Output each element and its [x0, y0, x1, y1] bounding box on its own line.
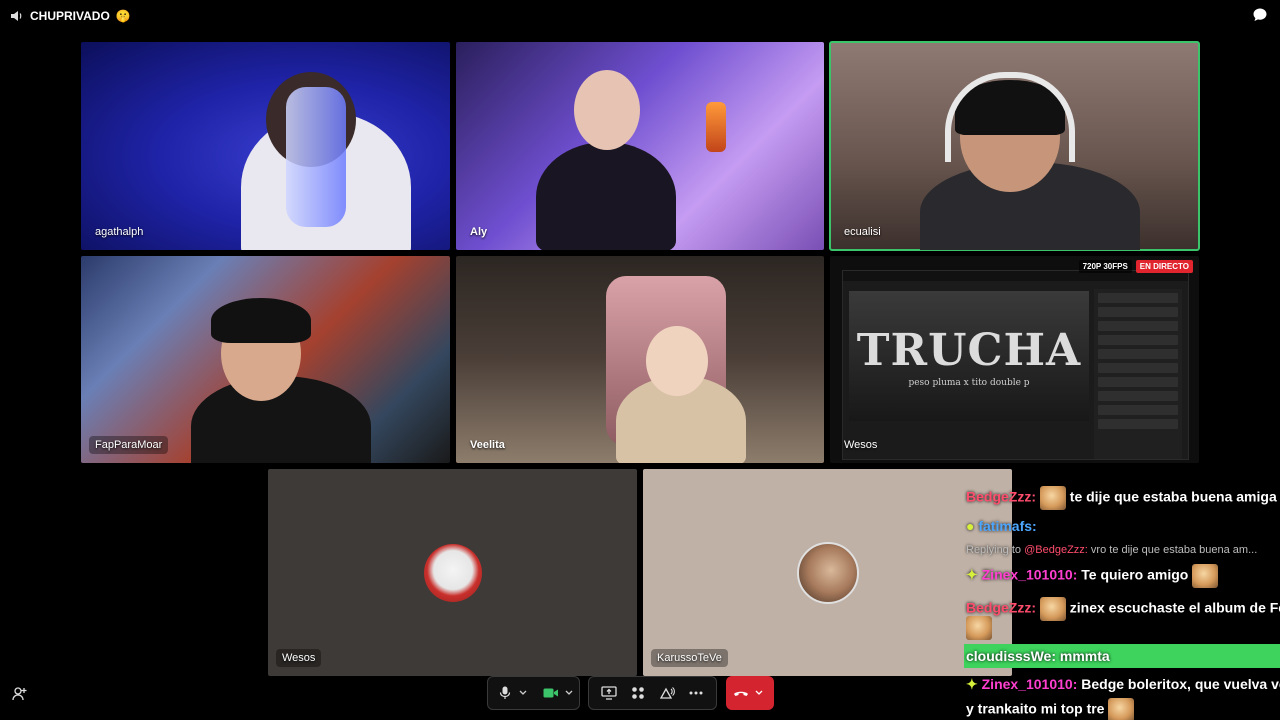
- video-title: TRUCHA: [856, 324, 1082, 376]
- microphone-options-button[interactable]: [516, 682, 530, 704]
- camera-button[interactable]: [540, 682, 562, 704]
- microphone-icon: [499, 686, 511, 699]
- video-subtitle: peso pluma x tito double p: [908, 377, 1030, 388]
- playlist-panel: [1094, 289, 1182, 459]
- shared-browser-window: TRUCHA peso pluma x tito double p: [842, 270, 1189, 460]
- stream-chat-overlay: BedgeZzz: te dije que estaba buena amiga…: [964, 476, 1280, 720]
- chat-username: Zinex_101010:: [981, 676, 1078, 692]
- chat-message: ✦ Zinex_101010: Te quiero amigo: [966, 564, 1278, 588]
- share-screen-button[interactable]: [598, 682, 620, 704]
- chat-username: Zinex_101010:: [981, 566, 1078, 583]
- chat-emote-line: [966, 616, 1278, 640]
- disconnect-options-button[interactable]: [752, 682, 766, 704]
- video-tile-ecualisi[interactable]: ecualisi: [829, 41, 1200, 251]
- cat-emote-icon: [1192, 564, 1219, 588]
- chat-username: BedgeZzz:: [966, 599, 1036, 616]
- diamond-icon: ✦: [966, 676, 978, 692]
- microphone-button[interactable]: [494, 682, 516, 704]
- disconnect-controls: [726, 676, 774, 710]
- participant-name: FapParaMoar: [89, 436, 169, 454]
- live-badge: EN DIRECTO: [1135, 260, 1193, 273]
- call-title: CHUPRIVADO 🤫: [10, 8, 131, 24]
- soundboard-icon: [659, 687, 675, 699]
- avatar: [423, 543, 482, 602]
- video-tile-fapparamoar[interactable]: FapParaMoar: [81, 256, 450, 463]
- chat-username: cloudisssWe:: [966, 648, 1056, 664]
- stream-badges: 720P 30FPS EN DIRECTO: [1078, 260, 1193, 273]
- volume-icon[interactable]: [10, 9, 24, 23]
- chat-text: y trankaito mi top tre: [966, 700, 1105, 717]
- chat-message-continuation: y trankaito mi top tre: [966, 698, 1278, 720]
- participant-name: Wesos: [844, 439, 878, 451]
- participant-name: Wesos: [276, 649, 322, 667]
- activity-controls: [588, 676, 717, 710]
- participant-name: Aly: [470, 226, 488, 238]
- add-user-icon[interactable]: [12, 686, 28, 702]
- participant-name: Veelita: [470, 439, 505, 451]
- chat-message: BedgeZzz: te dije que estaba buena amiga: [966, 486, 1278, 510]
- video-tile-wesos[interactable]: Wesos: [268, 469, 637, 676]
- participant-name: KarussoTeVe: [651, 649, 728, 667]
- avatar: [796, 541, 859, 604]
- audio-video-controls: [487, 676, 580, 710]
- cat-emote-icon: [966, 616, 992, 640]
- call-title-emoji: 🤫: [115, 9, 131, 23]
- water-bottle: [286, 87, 346, 227]
- participant-head: [574, 70, 640, 150]
- participant-name: ecualisi: [844, 226, 881, 238]
- chat-reply-line: Replying to @BedgeZzz: vro te dije que e…: [966, 544, 1258, 556]
- cat-emote-icon: [1039, 486, 1066, 510]
- chevron-down-icon: [519, 690, 527, 695]
- chat-username: fatimafs:: [978, 518, 1037, 534]
- video-tile-karussoteve[interactable]: KarussoTeVe: [643, 469, 1012, 676]
- soundboard-button[interactable]: [656, 682, 678, 704]
- video-tile-agathalph[interactable]: agathalph: [81, 42, 450, 250]
- more-icon: [689, 691, 703, 695]
- camera-options-button[interactable]: [562, 682, 576, 704]
- cat-emote-icon: [1108, 698, 1135, 720]
- disconnect-button[interactable]: [730, 682, 752, 704]
- chat-message: ✦ Zinex_101010: Bedge boleritox, que vue…: [966, 676, 1280, 693]
- participant-figure: [536, 142, 676, 250]
- chat-bubble-icon[interactable]: [1252, 7, 1268, 23]
- video-tile-veelita[interactable]: Veelita: [456, 256, 824, 463]
- chat-message: ● fatimafs:: [966, 518, 1278, 534]
- headphones: [945, 72, 1075, 162]
- chat-text: zinex escuchaste el album de Feid: [1069, 599, 1280, 616]
- chat-text: Bedge boleritox, que vuelva vox: [1081, 676, 1280, 692]
- call-title-text: CHUPRIVADO: [30, 9, 110, 23]
- diamond-icon: ✦: [966, 566, 978, 583]
- more-options-button[interactable]: [685, 682, 707, 704]
- badge-icon: ●: [966, 518, 975, 534]
- chevron-down-icon: [565, 690, 573, 695]
- activities-button[interactable]: [627, 682, 649, 704]
- microphone: [706, 102, 726, 152]
- chat-text: Te quiero amigo: [1081, 566, 1189, 583]
- participant-name: agathalph: [95, 226, 144, 238]
- hang-up-icon: [734, 691, 748, 696]
- chat-username: BedgeZzz:: [966, 488, 1036, 505]
- chat-text: mmmta: [1059, 648, 1110, 664]
- hair: [211, 298, 311, 343]
- youtube-video: TRUCHA peso pluma x tito double p: [849, 291, 1089, 421]
- screen-share-tile-wesos[interactable]: TRUCHA peso pluma x tito double p 720P 3…: [830, 256, 1199, 463]
- resolution-badge: 720P 30FPS: [1078, 260, 1132, 273]
- camera-icon: [543, 688, 558, 698]
- share-screen-icon: [601, 686, 618, 700]
- participant-head: [646, 326, 708, 396]
- chevron-down-icon: [755, 690, 763, 695]
- video-tile-aly[interactable]: Aly: [456, 42, 824, 250]
- activities-icon: [632, 687, 644, 699]
- chat-message-highlighted: cloudisssWe: mmmta: [964, 644, 1280, 668]
- chat-text: te dije que estaba buena amiga: [1069, 488, 1277, 505]
